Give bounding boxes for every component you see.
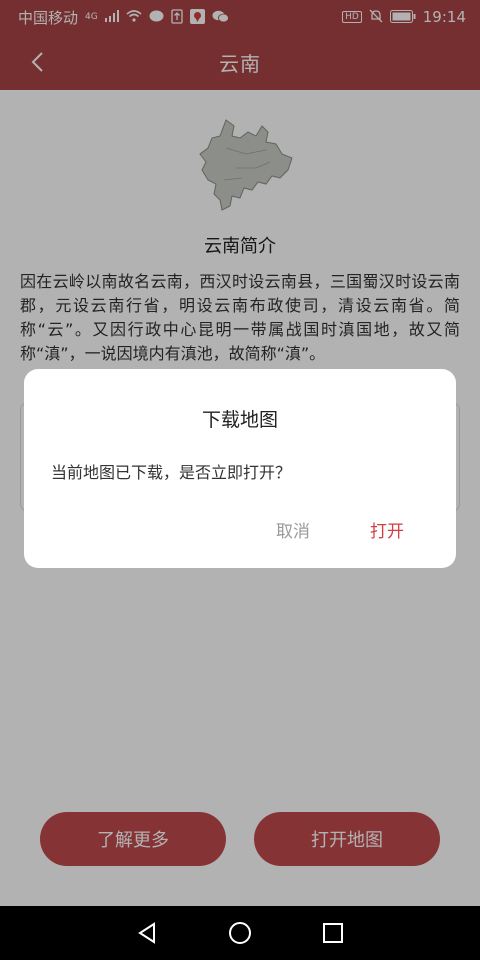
cancel-button[interactable]: 取消	[276, 517, 310, 542]
circle-home-icon	[228, 922, 251, 944]
download-map-dialog: 下载地图 当前地图已下载，是否立即打开？ 取消 打开	[24, 369, 456, 568]
home-nav-button[interactable]	[225, 918, 255, 948]
system-nav-bar	[0, 906, 480, 960]
triangle-back-icon	[137, 922, 155, 944]
open-button[interactable]: 打开	[370, 517, 404, 542]
dialog-title: 下载地图	[201, 409, 278, 431]
back-nav-button[interactable]	[132, 918, 162, 948]
recents-nav-button[interactable]	[318, 918, 348, 948]
dialog-message: 当前地图已下载，是否立即打开？	[51, 463, 292, 482]
square-recents-icon	[323, 923, 344, 943]
